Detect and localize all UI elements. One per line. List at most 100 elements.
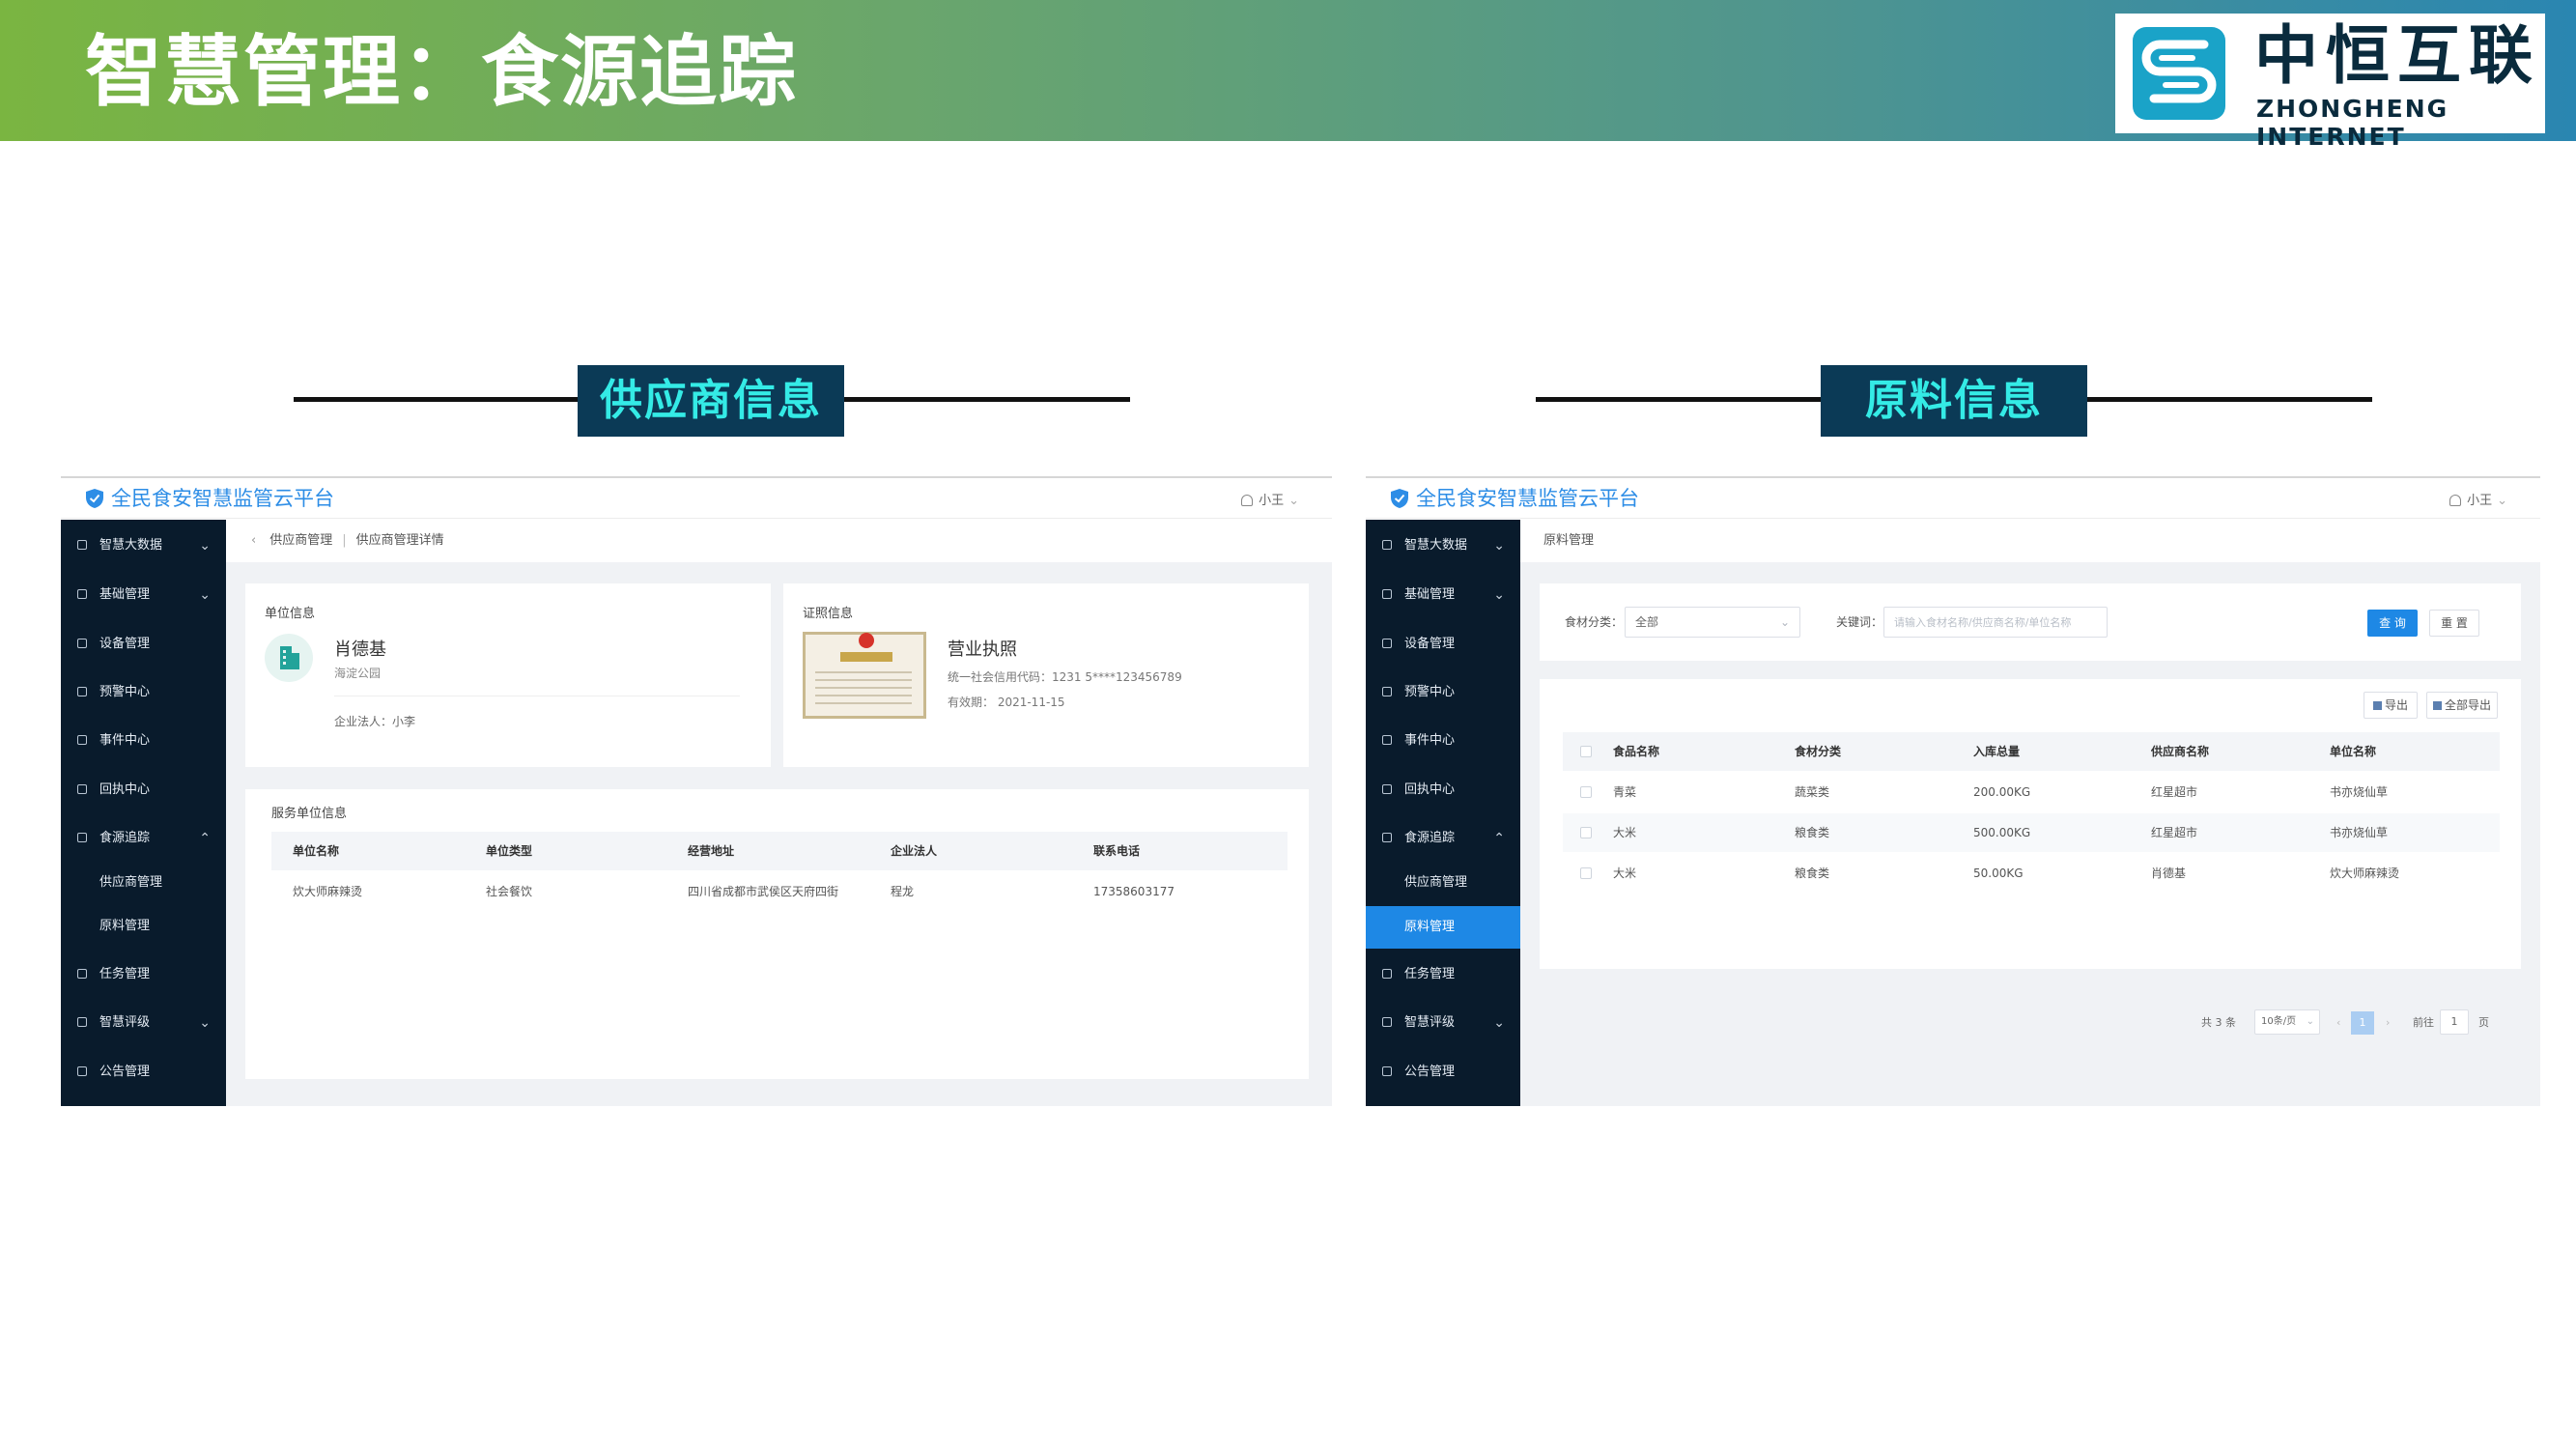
- reset-button[interactable]: 重 置: [2429, 610, 2479, 637]
- goto-page-input[interactable]: 1: [2440, 1009, 2469, 1035]
- column-header: 食材分类: [1795, 745, 1842, 758]
- sidebar-item-event[interactable]: 事件中心: [61, 721, 226, 761]
- sidebar-item-label: 智慧大数据: [99, 538, 163, 553]
- column-header: 单位类型: [486, 844, 533, 858]
- logo-text-cn: 中恒互联: [2254, 18, 2540, 93]
- sidebar-item-notice[interactable]: 公告管理: [1366, 1052, 1520, 1093]
- sidebar-item-label: 公告管理: [1404, 1065, 1456, 1079]
- column-header: 单位名称: [2330, 745, 2377, 758]
- user-menu[interactable]: 小王 ⌄: [2449, 490, 2507, 508]
- page-number-current[interactable]: 1: [2351, 1011, 2374, 1035]
- user-menu[interactable]: 小王 ⌄: [1241, 490, 1299, 508]
- keyword-filter-label: 关键词：: [1836, 615, 1883, 629]
- breadcrumb-item-current: 原料管理: [1543, 533, 1595, 548]
- table-cell: 四川省成都市武侯区天府四街: [688, 885, 839, 898]
- cert-info-card: 证照信息 营业执照 统一社会信用代码：1231 5****123456789 有…: [783, 583, 1309, 767]
- license-seal-icon: [859, 633, 874, 648]
- sidebar-item-label: 设备管理: [1404, 637, 1456, 651]
- chevron-down-icon: ⌄: [199, 587, 211, 603]
- chevron-down-icon: ⌄: [1493, 1015, 1505, 1031]
- sidebar-item-device[interactable]: 设备管理: [1366, 624, 1520, 665]
- grid-icon: [1382, 589, 1392, 599]
- sidebar-item-trace[interactable]: 食源追踪 ⌃: [61, 818, 226, 859]
- sidebar-item-label: 事件中心: [99, 733, 151, 748]
- table-cell: 200.00KG: [1973, 785, 2031, 799]
- cert-title: 营业执照: [948, 639, 1017, 660]
- cert-number: 统一社会信用代码：1231 5****123456789: [948, 670, 1182, 684]
- main-content: 原料管理 食材分类： 全部 ⌄ 关键词： 请输入食材名称/供应商名称/单位名称 …: [1520, 520, 2540, 1106]
- table-cell: 书亦烧仙草: [2330, 785, 2389, 799]
- sidebar-item-big-data[interactable]: 智慧大数据 ⌄: [61, 526, 226, 566]
- sidebar-item-warning[interactable]: 预警中心: [1366, 672, 1520, 713]
- next-page-icon[interactable]: ›: [2386, 1009, 2390, 1037]
- table-row[interactable]: 大米 粮食类 500.00KG 红星超市 书亦烧仙草: [1563, 813, 2500, 852]
- sidebar-item-label: 食源追踪: [99, 831, 151, 845]
- table-row[interactable]: 炊大师麻辣烫 社会餐饮 四川省成都市武侯区天府四街 程龙 17358603177: [271, 872, 1288, 911]
- page-size-select[interactable]: 10条/页 ⌄: [2254, 1009, 2320, 1035]
- sidebar-item-notice[interactable]: 公告管理: [61, 1052, 226, 1093]
- sidebar-item-rating[interactable]: 智慧评级 ⌄: [61, 1003, 226, 1043]
- sidebar-item-warning[interactable]: 预警中心: [61, 672, 226, 713]
- row-checkbox[interactable]: [1580, 827, 1592, 838]
- sidebar-subitem-material-active[interactable]: 原料管理: [1366, 906, 1520, 949]
- trace-icon: [1382, 833, 1392, 842]
- category-filter-label: 食材分类：: [1565, 615, 1624, 629]
- row-checkbox[interactable]: [1580, 786, 1592, 798]
- sidebar-item-trace[interactable]: 食源追踪 ⌃: [1366, 818, 1520, 859]
- license-image[interactable]: [803, 632, 926, 719]
- legal-person: 企业法人：小李: [334, 715, 416, 728]
- sidebar-item-event[interactable]: 事件中心: [1366, 721, 1520, 761]
- category-select-value: 全部: [1635, 615, 1659, 629]
- user-icon: [2449, 495, 2462, 506]
- data-icon: [77, 540, 87, 550]
- select-all-checkbox[interactable]: [1580, 746, 1592, 757]
- sidebar-item-label: 基础管理: [99, 587, 151, 602]
- sidebar-item-receipt[interactable]: 回执中心: [61, 770, 226, 810]
- event-icon: [1382, 735, 1392, 745]
- app-window-supplier: 全民食安智慧监管云平台 小王 ⌄ 智慧大数据 ⌄ 基础管理 ⌄ 设备管理 预警中心 事…: [61, 476, 1332, 1106]
- user-icon: [1241, 495, 1254, 506]
- user-name: 小王: [1259, 494, 1285, 508]
- sidebar-item-task[interactable]: 任务管理: [61, 954, 226, 995]
- sidebar-subitem-supplier[interactable]: 供应商管理: [1366, 864, 1520, 902]
- table-row[interactable]: 大米 粮食类 50.00KG 肖德基 炊大师麻辣烫: [1563, 854, 2500, 893]
- table-row[interactable]: 青菜 蔬菜类 200.00KG 红星超市 书亦烧仙草: [1563, 773, 2500, 811]
- category-select[interactable]: 全部 ⌄: [1625, 607, 1800, 638]
- sidebar-subitem-material[interactable]: 原料管理: [61, 907, 226, 946]
- sidebar-item-basic[interactable]: 基础管理 ⌄: [61, 575, 226, 615]
- receipt-icon: [1382, 784, 1392, 794]
- table-cell: 粮食类: [1795, 826, 1830, 839]
- sidebar-item-rating[interactable]: 智慧评级 ⌄: [1366, 1003, 1520, 1043]
- export-button-label: 导出: [2384, 698, 2408, 712]
- table-cell: 社会餐饮: [486, 885, 533, 898]
- sidebar-subitem-supplier[interactable]: 供应商管理: [61, 864, 226, 902]
- sidebar-item-label: 任务管理: [99, 967, 151, 981]
- sidebar-item-basic[interactable]: 基础管理 ⌄: [1366, 575, 1520, 615]
- export-all-icon: [2432, 701, 2442, 710]
- row-checkbox[interactable]: [1580, 867, 1592, 879]
- chevron-down-icon: ⌄: [1288, 494, 1299, 508]
- sidebar-item-big-data[interactable]: 智慧大数据 ⌄: [1366, 526, 1520, 566]
- chevron-down-icon: ⌄: [1493, 587, 1505, 603]
- column-header: 联系电话: [1093, 844, 1141, 858]
- notice-icon: [77, 1066, 87, 1076]
- goto-page-value: 1: [2450, 1015, 2458, 1028]
- sidebar: 智慧大数据 ⌄ 基础管理 ⌄ 设备管理 预警中心 事件中心 回执中心 食源追踪 ⌃ 供…: [61, 520, 226, 1106]
- breadcrumb-item[interactable]: 供应商管理: [269, 533, 332, 548]
- search-button[interactable]: 查 询: [2367, 610, 2418, 637]
- sidebar: 智慧大数据 ⌄ 基础管理 ⌄ 设备管理 预警中心 事件中心 回执中心 食源追踪 ⌃ 供…: [1366, 520, 1520, 1106]
- sidebar-item-receipt[interactable]: 回执中心: [1366, 770, 1520, 810]
- table-cell: 书亦烧仙草: [2330, 826, 2389, 839]
- back-arrow-icon[interactable]: ‹: [251, 533, 256, 548]
- table-cell: 粮食类: [1795, 867, 1830, 880]
- table-cell: 青菜: [1613, 785, 1637, 799]
- sidebar-item-task[interactable]: 任务管理: [1366, 954, 1520, 995]
- prev-page-icon[interactable]: ‹: [2336, 1009, 2340, 1037]
- event-icon: [77, 735, 87, 745]
- table-cell: 500.00KG: [1973, 826, 2031, 839]
- material-table-card: 导出 全部导出 食品名称 食材分类 入库总量 供应商名称 单位名称 青菜 蔬菜类…: [1540, 679, 2521, 969]
- export-all-button[interactable]: 全部导出: [2426, 692, 2498, 719]
- export-button[interactable]: 导出: [2364, 692, 2418, 719]
- sidebar-item-device[interactable]: 设备管理: [61, 624, 226, 665]
- keyword-input[interactable]: 请输入食材名称/供应商名称/单位名称: [1883, 607, 2108, 638]
